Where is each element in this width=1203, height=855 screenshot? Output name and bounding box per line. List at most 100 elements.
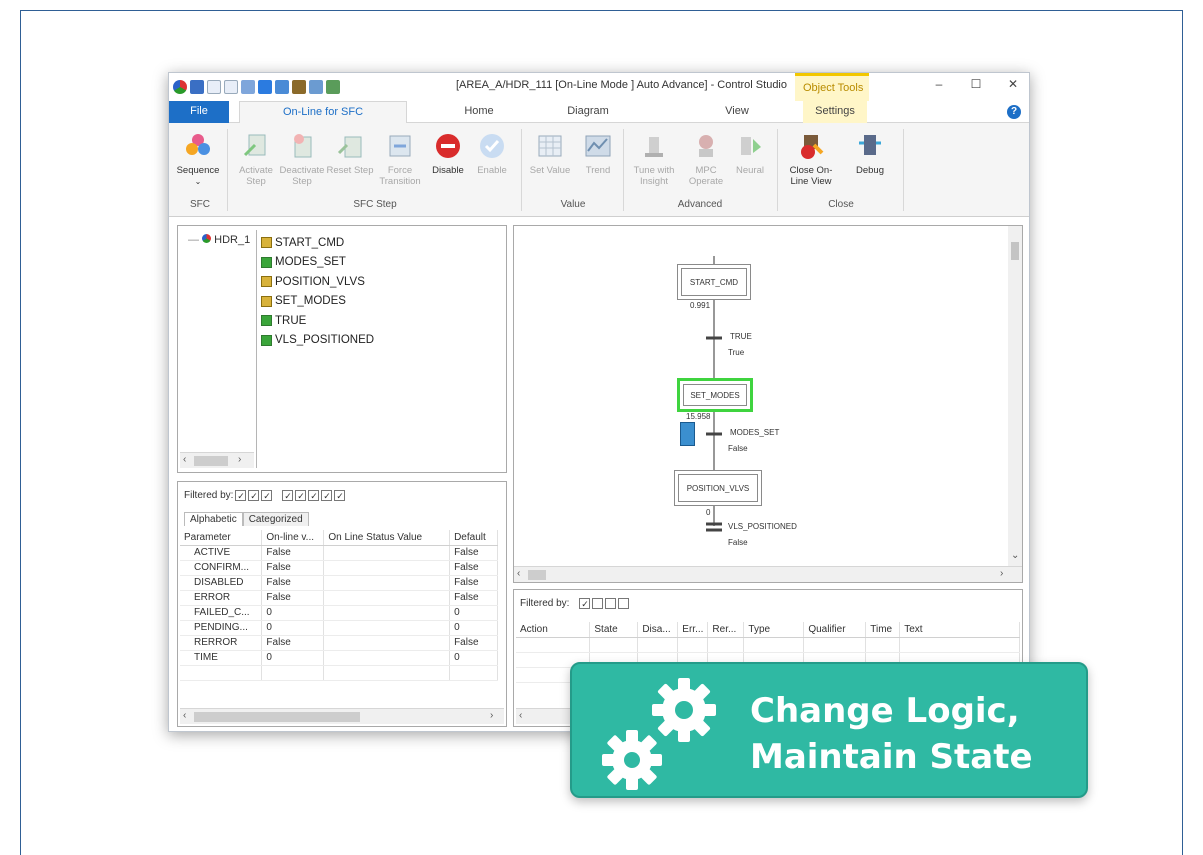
tab-categorized[interactable]: Categorized (242, 512, 309, 526)
filter-checkbox[interactable]: ✓ (334, 490, 346, 501)
tune-insight-button[interactable]: Tune with Insight (629, 131, 679, 187)
set-value-button[interactable]: Set Value (525, 131, 575, 176)
activate-step-button[interactable]: Activate Step (231, 131, 281, 187)
filter-checkbox[interactable]: ✓ (261, 490, 273, 501)
scroll-thumb[interactable] (194, 712, 360, 722)
tab-file[interactable]: File (169, 101, 229, 123)
filter-checkbox[interactable] (618, 598, 630, 609)
online-icon[interactable] (258, 80, 272, 94)
deactivate-step-button[interactable]: Deactivate Step (277, 131, 327, 187)
diagram-vertical-scrollbar[interactable]: ⌄ (1008, 226, 1022, 566)
column-header[interactable]: Text (899, 622, 1020, 638)
trend-button[interactable]: Trend (573, 131, 623, 176)
enable-button[interactable]: Enable (467, 131, 517, 176)
help-icon[interactable]: ? (1007, 105, 1021, 119)
table-row[interactable]: FAILED_C... 0 0 (180, 605, 498, 621)
param-horizontal-scrollbar[interactable]: ‹ › (180, 708, 504, 724)
table-row[interactable]: DISABLED False False (180, 575, 498, 591)
table-row[interactable]: TIME 0 0 (180, 650, 498, 666)
scroll-right-icon[interactable]: › (238, 454, 241, 465)
save-icon[interactable] (190, 80, 204, 94)
column-header[interactable]: Time (865, 622, 901, 638)
scroll-thumb[interactable] (528, 570, 546, 580)
scroll-right-icon[interactable]: › (490, 710, 493, 721)
mpc-operate-button[interactable]: MPC Operate (681, 131, 731, 187)
undo-icon[interactable] (207, 80, 221, 94)
column-header[interactable]: Action (516, 622, 591, 638)
scroll-down-icon[interactable]: ⌄ (1011, 550, 1019, 561)
column-header[interactable]: Default (449, 530, 498, 546)
column-header[interactable]: Type (743, 622, 805, 638)
tab-home[interactable]: Home (449, 101, 509, 123)
column-header[interactable]: State (589, 622, 639, 638)
disable-button[interactable]: Disable (423, 131, 473, 176)
table-cell: 0 (449, 650, 498, 666)
reset-step-button[interactable]: Reset Step (325, 131, 375, 176)
debug-button[interactable]: Debug (845, 131, 895, 176)
scroll-thumb[interactable] (1011, 242, 1019, 260)
tree-item[interactable]: SET_MODES (261, 292, 452, 312)
filter-checkbox[interactable]: ✓ (282, 490, 294, 501)
transition-label[interactable]: VLS_POSITIONED (728, 522, 797, 531)
tree-horizontal-scrollbar[interactable]: ‹ › (180, 452, 254, 468)
transition-label[interactable]: MODES_SET (730, 428, 779, 437)
tree-root[interactable]: — HDR_1 (188, 234, 250, 246)
filter-checkbox[interactable]: ✓ (295, 490, 307, 501)
transition-label[interactable]: TRUE (730, 332, 752, 341)
scroll-right-icon[interactable]: › (1000, 568, 1003, 579)
tab-settings[interactable]: Settings (803, 101, 867, 123)
tree-item[interactable]: TRUE (261, 311, 452, 331)
column-header[interactable]: Disa... (637, 622, 679, 638)
scroll-left-icon[interactable]: ‹ (183, 454, 186, 465)
redo-icon[interactable] (224, 80, 238, 94)
download-icon[interactable] (241, 80, 255, 94)
diagram-horizontal-scrollbar[interactable]: ‹ › (514, 566, 1022, 582)
sequence-button[interactable]: Sequence ⌄ (173, 131, 223, 187)
close-online-view-button[interactable]: Close On-Line View (781, 131, 841, 187)
tree-item[interactable]: MODES_SET (261, 253, 452, 273)
tool-icon[interactable] (275, 80, 289, 94)
column-header[interactable]: Parameter (180, 530, 263, 546)
scroll-left-icon[interactable]: ‹ (517, 568, 520, 579)
tree-item[interactable]: VLS_POSITIONED (261, 331, 452, 351)
tab-diagram[interactable]: Diagram (553, 101, 623, 123)
filter-checkbox[interactable]: ✓ (248, 490, 260, 501)
shape-icon[interactable] (326, 80, 340, 94)
column-header[interactable]: On Line Status Value (323, 530, 451, 546)
scroll-left-icon[interactable]: ‹ (519, 710, 522, 721)
tab-online-sfc[interactable]: On-Line for SFC (239, 101, 407, 124)
table-row[interactable]: CONFIRM... False False (180, 560, 498, 576)
column-header[interactable]: Rer... (707, 622, 745, 638)
force-transition-button[interactable]: Force Transition (375, 131, 425, 187)
filter-checkbox[interactable] (605, 598, 617, 609)
tree-item[interactable]: START_CMD (261, 233, 452, 253)
table-row[interactable]: ACTIVE False False (180, 545, 498, 561)
neural-button[interactable]: Neural (725, 131, 775, 176)
filter-checkbox[interactable]: ✓ (321, 490, 333, 501)
column-header[interactable]: Qualifier (803, 622, 867, 638)
column-header[interactable]: Err... (677, 622, 709, 638)
sfc-step-start-cmd[interactable]: START_CMD (677, 264, 751, 300)
column-header[interactable]: On-line v... (261, 530, 325, 546)
filter-checkbox[interactable]: ✓ (579, 598, 591, 609)
filter-checkbox[interactable] (592, 598, 604, 609)
tab-alphabetic[interactable]: Alphabetic (184, 512, 243, 526)
filter-checkbox[interactable]: ✓ (235, 490, 247, 501)
minimize-button[interactable]: – (924, 77, 954, 91)
object-tools-tab[interactable]: Object Tools (795, 73, 869, 101)
sfc-step-set-modes[interactable]: SET_MODES (677, 378, 753, 412)
filter-checkbox[interactable]: ✓ (308, 490, 320, 501)
maximize-button[interactable]: ☐ (961, 77, 991, 91)
scroll-thumb[interactable] (194, 456, 228, 466)
tree-root-label: HDR_1 (214, 234, 251, 246)
sfc-step-position-vlvs[interactable]: POSITION_VLVS (674, 470, 762, 506)
table-row[interactable]: RERROR False False (180, 635, 498, 651)
assign-icon[interactable] (292, 80, 306, 94)
properties-icon[interactable] (309, 80, 323, 94)
close-button[interactable]: ✕ (998, 77, 1028, 91)
table-row[interactable]: PENDING... 0 0 (180, 620, 498, 636)
scroll-left-icon[interactable]: ‹ (183, 710, 186, 721)
tab-view[interactable]: View (707, 101, 767, 123)
tree-item[interactable]: POSITION_VLVS (261, 272, 452, 292)
table-row[interactable]: ERROR False False (180, 590, 498, 606)
